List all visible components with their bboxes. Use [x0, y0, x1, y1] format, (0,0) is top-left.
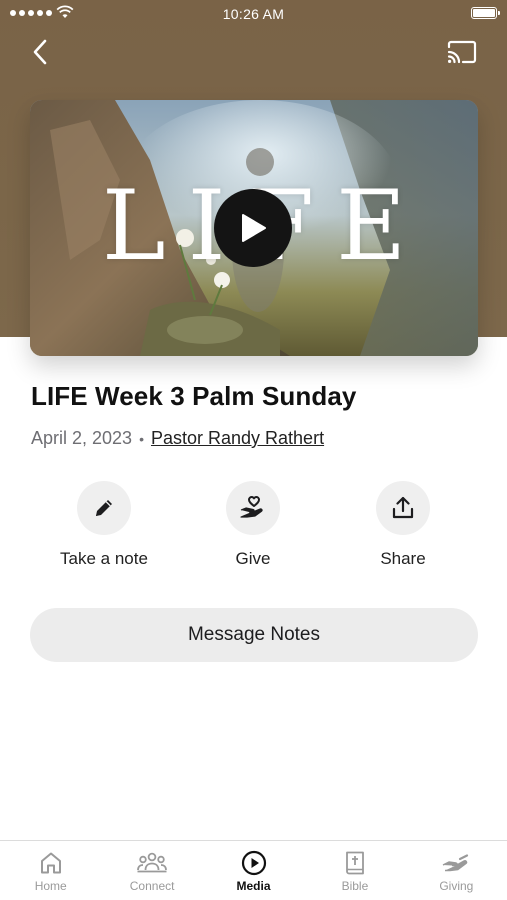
heart-hand-icon — [240, 496, 263, 518]
play-circle-icon — [241, 850, 266, 876]
tab-giving-label: Giving — [439, 879, 474, 893]
share-icon — [392, 496, 414, 519]
people-icon — [137, 852, 168, 873]
speaker-link[interactable]: Pastor Randy Rathert — [151, 428, 324, 449]
giving-hand-icon — [443, 854, 469, 872]
play-button[interactable] — [214, 189, 292, 267]
tab-bar: Home Connect Media Bible Giving — [0, 840, 507, 900]
take-note-button[interactable]: Take a note — [34, 481, 174, 569]
give-icon-circle — [226, 481, 280, 535]
status-bar: 10:26 AM — [0, 0, 507, 28]
take-note-label: Take a note — [60, 549, 148, 568]
take-note-icon-circle — [77, 481, 131, 535]
status-time: 10:26 AM — [222, 6, 285, 22]
tab-home[interactable]: Home — [0, 841, 101, 900]
tab-home-label: Home — [34, 879, 67, 893]
tab-media-label: Media — [236, 879, 271, 893]
video-player[interactable]: LIFE — [30, 100, 478, 356]
share-label: Share — [380, 549, 426, 568]
share-icon-circle — [376, 481, 430, 535]
sermon-date: April 2, 2023 — [31, 428, 133, 448]
bible-icon — [346, 851, 364, 875]
home-icon — [40, 852, 61, 874]
cast-button[interactable] — [445, 36, 479, 68]
give-button[interactable]: Give — [183, 481, 323, 569]
sermon-title: LIFE Week 3 Palm Sunday — [31, 381, 357, 411]
sermon-meta: April 2, 2023 • Pastor Randy Rathert — [31, 428, 324, 449]
message-notes-button[interactable]: Message Notes — [30, 608, 478, 662]
pencil-icon — [96, 500, 112, 516]
chevron-left-icon — [33, 39, 47, 65]
meta-separator: • — [139, 430, 144, 447]
tab-bible-label: Bible — [341, 879, 369, 893]
give-label: Give — [235, 549, 271, 568]
tab-media[interactable]: Media — [203, 841, 304, 900]
battery-icon — [471, 7, 500, 19]
tab-bible[interactable]: Bible — [304, 841, 405, 900]
tab-giving[interactable]: Giving — [406, 841, 507, 900]
tab-connect[interactable]: Connect — [101, 841, 202, 900]
tab-connect-label: Connect — [129, 879, 175, 893]
cast-icon — [447, 40, 477, 64]
back-button[interactable] — [24, 36, 56, 68]
play-icon — [242, 214, 266, 242]
share-button[interactable]: Share — [333, 481, 473, 569]
